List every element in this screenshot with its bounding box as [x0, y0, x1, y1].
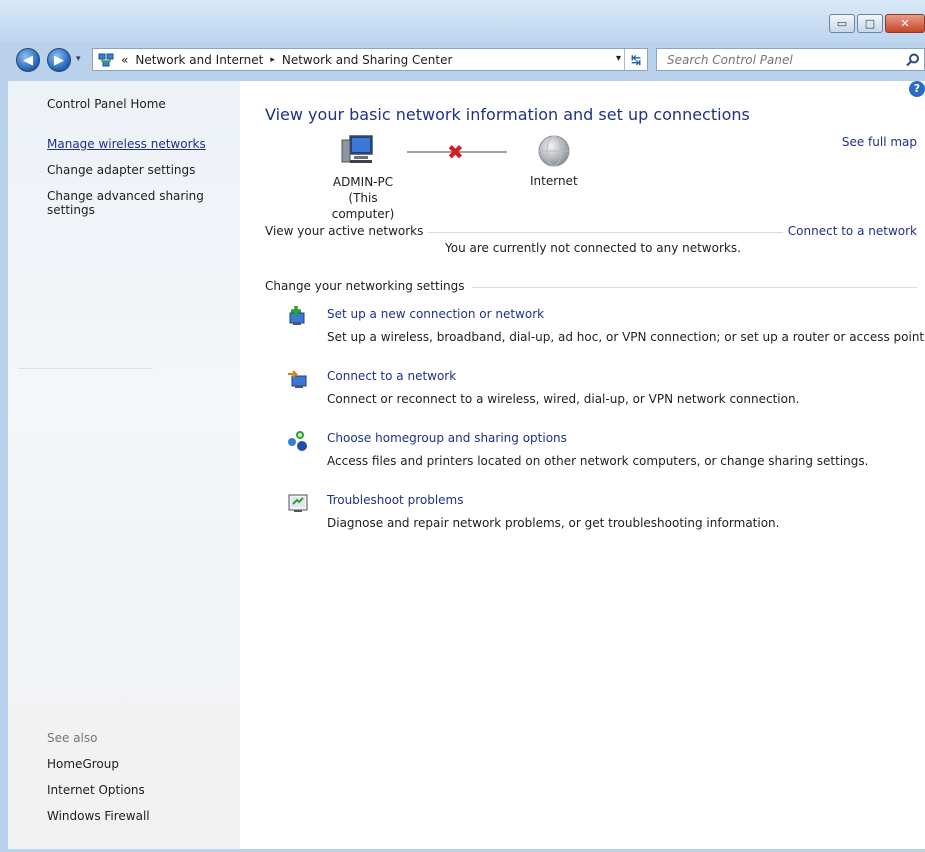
maximize-button[interactable]: □ [857, 14, 883, 33]
not-connected-message: You are currently not connected to any n… [445, 241, 741, 255]
close-button[interactable]: ✕ [885, 14, 925, 33]
help-icon[interactable]: ? [909, 81, 925, 97]
chevron-down-icon: ▾ [615, 53, 621, 64]
pane-divider [18, 368, 153, 369]
internet-globe-icon [538, 135, 570, 167]
change-settings-rule [472, 287, 917, 288]
breadcrumb-overflow[interactable]: « [121, 53, 128, 67]
homegroup-link[interactable]: HomeGroup [47, 757, 119, 771]
navigation-bar: ◀ ▶ ▾ « Network and Internet ▸ Network a… [0, 45, 925, 75]
manage-wireless-networks-link[interactable]: Manage wireless networks [47, 137, 206, 151]
active-networks-label: View your active networks [265, 224, 424, 238]
connect-to-network-link[interactable]: Connect to a network [788, 224, 917, 238]
breadcrumb-network-and-sharing-center[interactable]: Network and Sharing Center [282, 53, 453, 67]
homegroup-sharing-link[interactable]: Choose homegroup and sharing options [327, 431, 567, 445]
see-also-heading: See also [47, 731, 98, 745]
homegroup-icon[interactable] [287, 430, 309, 452]
computer-name: ADMIN-PC [332, 175, 394, 189]
search-icon[interactable] [906, 53, 920, 67]
computer-label: ADMIN-PC (This computer) [318, 174, 408, 222]
homegroup-sharing-description: Access files and printers located on oth… [327, 454, 869, 468]
content-area: Control Panel Home Manage wireless netwo… [8, 81, 925, 849]
change-settings-label: Change your networking settings [265, 279, 465, 293]
new-connection-icon[interactable] [287, 305, 309, 327]
page-title: View your basic network information and … [265, 105, 750, 124]
change-advanced-sharing-line1: Change advanced sharing [47, 189, 204, 203]
breadcrumb-network-and-internet[interactable]: Network and Internet [135, 53, 263, 67]
forward-arrow-icon: ▶ [54, 52, 64, 68]
change-adapter-settings-link[interactable]: Change adapter settings [47, 163, 195, 177]
setup-connection-description: Set up a wireless, broadband, dial-up, a… [327, 330, 925, 344]
connect-to-network-description: Connect or reconnect to a wireless, wire… [327, 392, 800, 406]
disconnected-icon: ✖ [447, 140, 464, 164]
forward-button[interactable]: ▶ [47, 48, 71, 72]
setup-connection-link[interactable]: Set up a new connection or network [327, 307, 544, 321]
search-box[interactable] [656, 48, 925, 71]
window-controls: ▭ □ ✕ [827, 14, 925, 33]
troubleshoot-description: Diagnose and repair network problems, or… [327, 516, 780, 530]
computer-sub: (This computer) [331, 191, 395, 221]
active-networks-rule [428, 232, 783, 233]
chevron-down-icon: ▾ [76, 54, 81, 64]
computer-icon [341, 135, 373, 163]
address-bar[interactable]: « Network and Internet ▸ Network and Sha… [92, 48, 648, 71]
back-button[interactable]: ◀ [16, 48, 40, 72]
breadcrumb-separator[interactable]: ▸ [270, 55, 275, 65]
connect-to-network-task-link[interactable]: Connect to a network [327, 369, 456, 383]
troubleshoot-link[interactable]: Troubleshoot problems [327, 493, 463, 507]
title-bar[interactable]: ▭ □ ✕ [0, 0, 925, 42]
change-advanced-sharing-line2: settings [47, 203, 95, 217]
refresh-icon: ↹ [630, 52, 642, 67]
main-pane: ? View your basic network information an… [240, 81, 925, 849]
explorer-window: ▭ □ ✕ ◀ ▶ ▾ « Network and Internet ▸ Net… [0, 0, 925, 852]
internet-options-link[interactable]: Internet Options [47, 783, 145, 797]
internet-label: Internet [530, 174, 578, 188]
refresh-button[interactable]: ↹ [624, 49, 647, 70]
minimize-button[interactable]: ▭ [829, 14, 855, 33]
connect-network-icon[interactable] [287, 368, 309, 390]
network-folder-icon [98, 53, 114, 66]
control-panel-home-link[interactable]: Control Panel Home [47, 97, 166, 111]
search-input[interactable] [665, 49, 899, 70]
back-arrow-icon: ◀ [23, 52, 33, 68]
troubleshoot-icon[interactable] [287, 492, 309, 514]
windows-firewall-link[interactable]: Windows Firewall [47, 809, 150, 823]
recent-pages-dropdown[interactable]: ▾ [76, 54, 81, 64]
change-advanced-sharing-link[interactable]: Change advanced sharing settings [47, 189, 204, 217]
address-dropdown[interactable]: ▾ [616, 53, 621, 64]
see-full-map-link[interactable]: See full map [842, 135, 917, 149]
left-task-pane: Control Panel Home Manage wireless netwo… [8, 81, 240, 849]
